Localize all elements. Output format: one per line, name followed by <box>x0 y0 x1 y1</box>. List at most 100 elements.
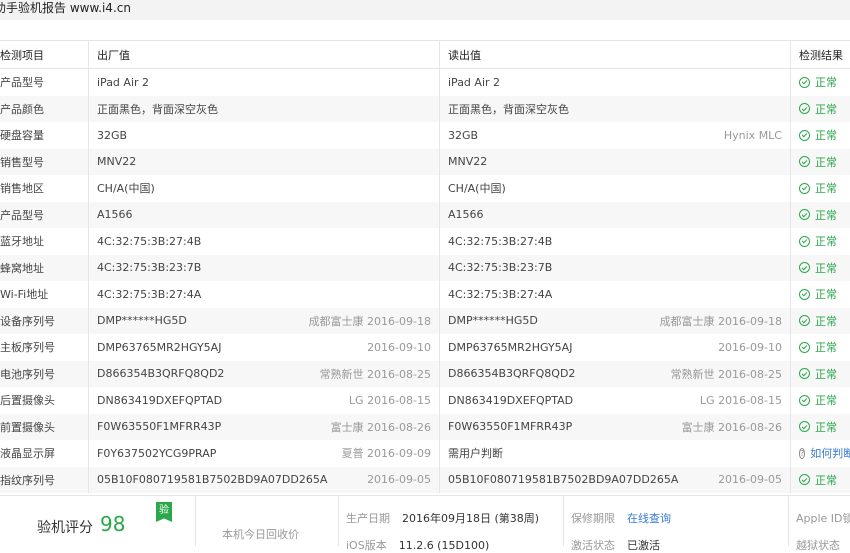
row-result: 正常 <box>791 96 850 123</box>
table-row: 产品型号A1566A1566正常 <box>0 202 850 229</box>
row-result[interactable]: ?如何判断 <box>791 440 850 467</box>
row-item: 设备序列号 <box>0 308 89 335</box>
row-result: 正常 <box>791 334 850 361</box>
row-result: 正常 <box>791 149 850 176</box>
row-read-value: 4C:32:75:3B:27:4A <box>440 281 791 308</box>
row-read-value: D866354B3QRFQ8QD2常熟新世 2016-08-25 <box>440 361 791 388</box>
window-title: 助手验机报告 www.i4.cn <box>0 0 131 16</box>
row-item: 产品型号 <box>0 69 89 96</box>
check-circle-icon <box>799 236 810 247</box>
read-sub: 成都富士康 2016-09-18 <box>660 313 782 329</box>
row-factory-value: DN863419DXEFQPTADLG 2016-08-15 <box>89 387 440 414</box>
header-result: 检测结果 <box>791 41 850 69</box>
row-read-value: 需用户判断 <box>440 440 791 467</box>
table-header-row: 检测项目 出厂值 读出值 检测结果 <box>0 41 850 69</box>
row-factory-value: 正面黑色，背面深空灰色 <box>89 96 440 123</box>
row-factory-value: MNV22 <box>89 149 440 176</box>
check-circle-icon <box>799 474 810 485</box>
row-result: 正常 <box>791 255 850 282</box>
row-result: 正常 <box>791 228 850 255</box>
row-item: 主板序列号 <box>0 334 89 361</box>
row-factory-value: A1566 <box>89 202 440 229</box>
table-row: 硬盘容量32GB32GBHynix MLC正常 <box>0 122 850 149</box>
factory-sub: 富士康 2016-08-26 <box>331 419 431 435</box>
row-read-value: DN863419DXEFQPTADLG 2016-08-15 <box>440 387 791 414</box>
production-date-value: 2016年09月18日 (第38周) <box>402 512 539 525</box>
check-circle-icon <box>799 130 810 141</box>
row-result: 正常 <box>791 467 850 494</box>
report-table: 检测项目 出厂值 读出值 检测结果 产品型号iPad Air 2iPad Air… <box>0 40 850 493</box>
score-panel: 验机评分 98 验 <box>0 496 196 546</box>
row-read-value: 05B10F080719581B7502BD9A07DD265A2016-09-… <box>440 467 791 494</box>
row-item: 指纹序列号 <box>0 467 89 494</box>
summary-bar: 验机评分 98 验 本机今日回收价 生产日期 2016年09月18日 (第38周)… <box>0 495 850 546</box>
row-result: 正常 <box>791 202 850 229</box>
row-factory-value: 05B10F080719581B7502BD9A07DD265A2016-09-… <box>89 467 440 494</box>
read-sub: 富士康 2016-08-26 <box>682 419 782 435</box>
check-circle-icon <box>799 77 810 88</box>
row-item: 产品颜色 <box>0 96 89 123</box>
table-row: 主板序列号DMP63765MR2HGY5AJ2016-09-10DMP63765… <box>0 334 850 361</box>
row-result: 正常 <box>791 308 850 335</box>
check-circle-icon <box>799 183 810 194</box>
score-value: 98 <box>100 512 125 536</box>
row-item: 销售型号 <box>0 149 89 176</box>
row-read-value: MNV22 <box>440 149 791 176</box>
row-result: 正常 <box>791 281 850 308</box>
check-circle-icon <box>799 103 810 114</box>
activation-value: 已激活 <box>627 539 660 552</box>
row-read-value: 4C:32:75:3B:23:7B <box>440 255 791 282</box>
row-factory-value: 4C:32:75:3B:27:4A <box>89 281 440 308</box>
row-read-value: 4C:32:75:3B:27:4B <box>440 228 791 255</box>
row-factory-value: DMP63765MR2HGY5AJ2016-09-10 <box>89 334 440 361</box>
production-date-label: 生产日期 <box>346 512 390 525</box>
check-circle-icon <box>799 289 810 300</box>
check-circle-icon <box>799 421 810 432</box>
table-row: 产品颜色正面黑色，背面深空灰色正面黑色，背面深空灰色正常 <box>0 96 850 123</box>
row-item: 蜂窝地址 <box>0 255 89 282</box>
factory-sub: 夏普 2016-09-09 <box>342 445 431 461</box>
recycle-price-panel[interactable]: 本机今日回收价 <box>195 496 339 546</box>
row-item: Wi-Fi地址 <box>0 281 89 308</box>
factory-sub: 2016-09-05 <box>367 473 431 486</box>
row-item: 硬盘容量 <box>0 122 89 149</box>
row-read-value: CH/A(中国) <box>440 175 791 202</box>
check-circle-icon <box>799 342 810 353</box>
row-result: 正常 <box>791 414 850 441</box>
check-circle-icon <box>799 315 810 326</box>
activation-label: 激活状态 <box>571 539 615 552</box>
ios-label: iOS版本 <box>346 539 387 552</box>
table-row: 销售型号MNV22MNV22正常 <box>0 149 850 176</box>
row-item: 销售地区 <box>0 175 89 202</box>
row-read-value: DMP******HG5D成都富士康 2016-09-18 <box>440 308 791 335</box>
row-item: 后置摄像头 <box>0 387 89 414</box>
table-row: 设备序列号DMP******HG5D成都富士康 2016-09-18DMP***… <box>0 308 850 335</box>
row-factory-value: DMP******HG5D成都富士康 2016-09-18 <box>89 308 440 335</box>
row-read-value: DMP63765MR2HGY5AJ2016-09-10 <box>440 334 791 361</box>
appleid-lock-label: Apple ID锁 <box>796 512 850 525</box>
row-factory-value: 4C:32:75:3B:27:4B <box>89 228 440 255</box>
row-read-value: F0W63550F1MFRR43P富士康 2016-08-26 <box>440 414 791 441</box>
jailbreak-label: 越狱状态 <box>796 539 840 552</box>
check-circle-icon <box>799 368 810 379</box>
table-row: 电池序列号D866354B3QRFQ8QD2常熟新世 2016-08-25D86… <box>0 361 850 388</box>
row-item: 前置摄像头 <box>0 414 89 441</box>
table-row: 蓝牙地址4C:32:75:3B:27:4B4C:32:75:3B:27:4B正常 <box>0 228 850 255</box>
warranty-label: 保修期限 <box>571 512 615 525</box>
row-item: 液晶显示屏 <box>0 440 89 467</box>
row-item: 电池序列号 <box>0 361 89 388</box>
row-factory-value: CH/A(中国) <box>89 175 440 202</box>
warranty-query-link[interactable]: 在线查询 <box>627 512 671 525</box>
question-circle-icon: ? <box>799 448 805 459</box>
check-circle-icon <box>799 209 810 220</box>
table-row: 产品型号iPad Air 2iPad Air 2正常 <box>0 69 850 96</box>
factory-sub: 成都富士康 2016-09-18 <box>309 313 431 329</box>
read-sub: 常熟新世 2016-08-25 <box>671 366 782 382</box>
row-result: 正常 <box>791 122 850 149</box>
read-sub: 2016-09-10 <box>718 341 782 354</box>
row-factory-value: F0W63550F1MFRR43P富士康 2016-08-26 <box>89 414 440 441</box>
row-factory-value: D866354B3QRFQ8QD2常熟新世 2016-08-25 <box>89 361 440 388</box>
check-circle-icon <box>799 395 810 406</box>
info-panel-lock: Apple ID锁 越狱状态 <box>788 496 850 546</box>
row-read-value: 正面黑色，背面深空灰色 <box>440 96 791 123</box>
